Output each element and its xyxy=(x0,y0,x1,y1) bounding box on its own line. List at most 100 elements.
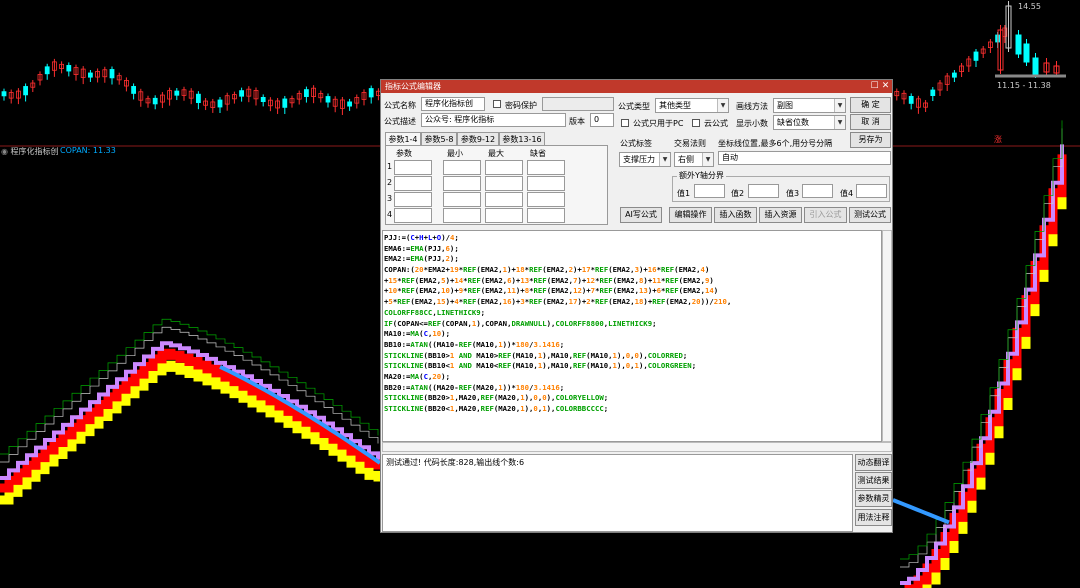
param-cell[interactable] xyxy=(485,160,523,175)
chevron-down-icon: ▼ xyxy=(702,153,713,166)
param-cell[interactable] xyxy=(527,192,565,207)
draw-select[interactable]: 副图 ▼ xyxy=(773,98,846,113)
formula-desc-input[interactable]: 公众号: 程序化指标 xyxy=(421,113,566,127)
usage-notes-button[interactable]: 用法注释 xyxy=(855,509,892,526)
rule-select[interactable]: 右侧 ▼ xyxy=(674,152,714,167)
candle-body xyxy=(23,86,29,96)
code-line: BB10:=ATAN((MA10-REF(MA10,1))*180/3.1416… xyxy=(384,339,565,349)
value3-input[interactable] xyxy=(802,184,833,198)
insert-resource-button[interactable]: 插入资源 xyxy=(759,207,802,223)
password-input[interactable] xyxy=(542,97,614,111)
indicator-blue-line xyxy=(892,498,950,525)
param-cell[interactable] xyxy=(527,176,565,191)
test-formula-button[interactable]: 测试公式 xyxy=(849,207,891,223)
chevron-down-icon: ▼ xyxy=(717,99,728,112)
candle-body xyxy=(88,72,93,78)
tab-params-1-4[interactable]: 参数1-4 xyxy=(385,132,421,146)
value2-label: 值2 xyxy=(731,189,745,198)
maximize-icon[interactable]: ☐ xyxy=(869,80,880,92)
candle-body xyxy=(908,95,914,104)
formula-editor-dialog: 指标公式编辑器 ☐ ✕ 公式名称 程序化指标创 密码保护 公式描述 公众号: 程… xyxy=(380,79,893,533)
code-horizontal-scrollbar[interactable] xyxy=(382,442,892,452)
value1-label: 值1 xyxy=(677,189,691,198)
code-line: +5*REF(EMA2,15)+4*REF(EMA2,16)+3*REF(EMA… xyxy=(384,297,732,307)
param-wizard-button[interactable]: 参数精灵 xyxy=(855,490,892,507)
type-label: 公式类型 xyxy=(618,102,650,111)
param-cell[interactable] xyxy=(527,160,565,175)
param-header-name: 参数 xyxy=(396,149,412,158)
formula-name-input[interactable]: 程序化指标创 xyxy=(421,97,485,111)
code-line: STICKLINE(BB20>1,MA20,REF(MA20,1),0,0),C… xyxy=(384,393,609,403)
candle-body xyxy=(1015,34,1022,55)
status-text: 测试通过! 代码长度:828,输出线个数:6 xyxy=(386,458,525,467)
param-cell[interactable] xyxy=(485,192,523,207)
value1-input[interactable] xyxy=(694,184,725,198)
cancel-button[interactable]: 取 消 xyxy=(850,114,891,130)
confirm-button[interactable]: 确 定 xyxy=(850,97,891,113)
code-line: COPAN:(20*EMA2+19*REF(EMA2,1)+18*REF(EMA… xyxy=(384,265,710,275)
param-cell[interactable] xyxy=(394,176,432,191)
code-editor[interactable]: PJJ:=(C+H+L+O)/4; EMA6:=EMA(PJJ,6); EMA2:=… xyxy=(382,230,882,442)
cloud-checkbox[interactable] xyxy=(692,119,700,127)
password-checkbox[interactable] xyxy=(493,100,501,108)
param-cell[interactable] xyxy=(394,192,432,207)
param-cell[interactable] xyxy=(394,208,432,223)
param-cell[interactable] xyxy=(443,176,481,191)
pc-only-checkbox[interactable] xyxy=(621,119,629,127)
code-vertical-scrollbar[interactable] xyxy=(882,230,892,442)
price-high-label: 14.55 xyxy=(1018,2,1041,11)
tab-params-13-16[interactable]: 参数13-16 xyxy=(499,132,545,145)
param-cell[interactable] xyxy=(527,208,565,223)
candle-body xyxy=(930,89,936,96)
param-row-number: 3 xyxy=(387,194,393,203)
extra-axis-label: 额外Y轴分界 xyxy=(677,170,726,181)
param-cell[interactable] xyxy=(443,208,481,223)
param-cell[interactable] xyxy=(443,160,481,175)
coord-input[interactable]: 自动 xyxy=(718,151,891,165)
candle-body xyxy=(195,93,201,103)
param-cell[interactable] xyxy=(485,176,523,191)
indicator-dot-icon: ◉ xyxy=(1,147,8,156)
test-result-button[interactable]: 测试结果 xyxy=(855,472,892,489)
dialog-titlebar[interactable]: 指标公式编辑器 ☐ ✕ xyxy=(381,80,892,93)
rule-label: 交易法则 xyxy=(674,139,706,148)
code-line: STICKLINE(BB20<1,MA20,REF(MA20,1),0,1),C… xyxy=(384,404,609,413)
tag-select[interactable]: 支撑压力 ▼ xyxy=(619,152,671,167)
code-line: PJJ:=(C+H+L+O)/4; xyxy=(384,233,459,242)
param-cell[interactable] xyxy=(485,208,523,223)
version-label: 版本 xyxy=(569,117,585,126)
insert-function-button[interactable]: 插入函数 xyxy=(714,207,757,223)
code-line: +15*REF(EMA2,5)+14*REF(EMA2,6)+13*REF(EM… xyxy=(384,275,714,285)
code-line: MA10:=MA(C,10); xyxy=(384,329,450,339)
edit-ops-button[interactable]: 编辑操作 xyxy=(669,207,712,223)
code-line: BB20:=ATAN((MA20-REF(MA20,1))*180/3.1416… xyxy=(384,382,565,392)
tag-value: 支撑压力 xyxy=(623,155,655,164)
indicator-value: COPAN: 11.33 xyxy=(60,146,116,155)
code-line: STICKLINE(BB10<1 AND MA10<REF(MA10,1),MA… xyxy=(384,361,697,371)
dynamic-translate-button[interactable]: 动态翻译 xyxy=(855,454,892,471)
param-cell[interactable] xyxy=(443,192,481,207)
version-input[interactable]: 0 xyxy=(590,113,614,127)
param-row-number: 4 xyxy=(387,210,393,219)
close-icon[interactable]: ✕ xyxy=(880,80,891,92)
chevron-down-icon: ▼ xyxy=(659,153,670,166)
tag-label: 公式标签 xyxy=(620,139,652,148)
ai-write-button[interactable]: AI写公式 xyxy=(620,207,662,223)
tab-params-5-8[interactable]: 参数5-8 xyxy=(421,132,457,145)
code-line: IF(COPAN<=REF(COPAN,1),COPAN,DRAWNULL),C… xyxy=(384,318,657,328)
type-select[interactable]: 其他类型 ▼ xyxy=(655,98,729,113)
value2-input[interactable] xyxy=(748,184,779,198)
decimals-label: 显示小数 xyxy=(736,119,768,128)
code-line: COLORFF88CC,LINETHICK9; xyxy=(384,307,486,317)
decimals-select[interactable]: 缺省位数 ▼ xyxy=(773,115,846,130)
candle-body xyxy=(44,66,50,75)
price-range-label: 11.15 - 11.38 xyxy=(997,81,1051,90)
import-formula-button[interactable]: 引入公式 xyxy=(804,207,847,223)
rise-badge: 涨 xyxy=(994,135,1002,144)
decimals-value: 缺省位数 xyxy=(777,118,809,127)
param-row-number: 2 xyxy=(387,178,393,187)
value4-input[interactable] xyxy=(856,184,887,198)
tab-params-9-12[interactable]: 参数9-12 xyxy=(457,132,499,145)
param-cell[interactable] xyxy=(394,160,432,175)
save-as-button[interactable]: 另存为 xyxy=(850,132,891,148)
